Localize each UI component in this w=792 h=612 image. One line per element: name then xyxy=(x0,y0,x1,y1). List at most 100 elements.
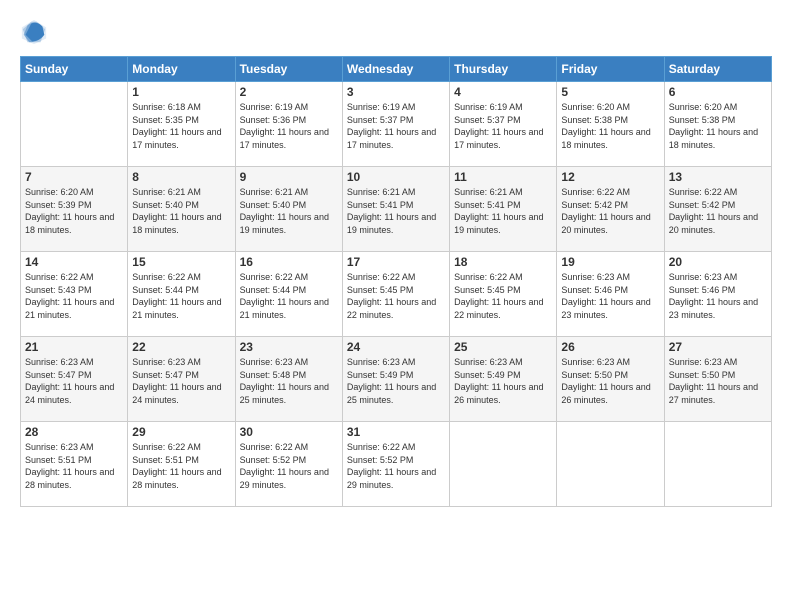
week-row-1: 7 Sunrise: 6:20 AMSunset: 5:39 PMDayligh… xyxy=(21,167,772,252)
weekday-header-row: SundayMondayTuesdayWednesdayThursdayFrid… xyxy=(21,57,772,82)
day-number: 10 xyxy=(347,170,445,184)
day-number: 1 xyxy=(132,85,230,99)
day-number: 2 xyxy=(240,85,338,99)
page: SundayMondayTuesdayWednesdayThursdayFrid… xyxy=(0,0,792,612)
day-number: 30 xyxy=(240,425,338,439)
logo-icon xyxy=(20,18,48,46)
calendar-cell: 14 Sunrise: 6:22 AMSunset: 5:43 PMDaylig… xyxy=(21,252,128,337)
cell-info: Sunrise: 6:23 AMSunset: 5:51 PMDaylight:… xyxy=(25,442,114,490)
cell-info: Sunrise: 6:20 AMSunset: 5:38 PMDaylight:… xyxy=(669,102,758,150)
cell-info: Sunrise: 6:21 AMSunset: 5:41 PMDaylight:… xyxy=(347,187,436,235)
day-number: 6 xyxy=(669,85,767,99)
cell-info: Sunrise: 6:23 AMSunset: 5:49 PMDaylight:… xyxy=(347,357,436,405)
calendar-cell: 3 Sunrise: 6:19 AMSunset: 5:37 PMDayligh… xyxy=(342,82,449,167)
day-number: 7 xyxy=(25,170,123,184)
calendar-cell: 15 Sunrise: 6:22 AMSunset: 5:44 PMDaylig… xyxy=(128,252,235,337)
calendar-cell xyxy=(664,422,771,507)
logo xyxy=(20,18,52,46)
cell-info: Sunrise: 6:21 AMSunset: 5:40 PMDaylight:… xyxy=(132,187,221,235)
weekday-header-wednesday: Wednesday xyxy=(342,57,449,82)
week-row-2: 14 Sunrise: 6:22 AMSunset: 5:43 PMDaylig… xyxy=(21,252,772,337)
cell-info: Sunrise: 6:21 AMSunset: 5:40 PMDaylight:… xyxy=(240,187,329,235)
day-number: 11 xyxy=(454,170,552,184)
calendar-cell: 4 Sunrise: 6:19 AMSunset: 5:37 PMDayligh… xyxy=(450,82,557,167)
cell-info: Sunrise: 6:22 AMSunset: 5:45 PMDaylight:… xyxy=(454,272,543,320)
day-number: 16 xyxy=(240,255,338,269)
calendar-cell: 6 Sunrise: 6:20 AMSunset: 5:38 PMDayligh… xyxy=(664,82,771,167)
calendar-cell xyxy=(21,82,128,167)
header xyxy=(20,18,772,46)
day-number: 26 xyxy=(561,340,659,354)
cell-info: Sunrise: 6:22 AMSunset: 5:45 PMDaylight:… xyxy=(347,272,436,320)
cell-info: Sunrise: 6:22 AMSunset: 5:42 PMDaylight:… xyxy=(561,187,650,235)
cell-info: Sunrise: 6:18 AMSunset: 5:35 PMDaylight:… xyxy=(132,102,221,150)
calendar-cell: 30 Sunrise: 6:22 AMSunset: 5:52 PMDaylig… xyxy=(235,422,342,507)
cell-info: Sunrise: 6:23 AMSunset: 5:50 PMDaylight:… xyxy=(561,357,650,405)
cell-info: Sunrise: 6:22 AMSunset: 5:42 PMDaylight:… xyxy=(669,187,758,235)
calendar-cell: 18 Sunrise: 6:22 AMSunset: 5:45 PMDaylig… xyxy=(450,252,557,337)
calendar-cell: 9 Sunrise: 6:21 AMSunset: 5:40 PMDayligh… xyxy=(235,167,342,252)
week-row-0: 1 Sunrise: 6:18 AMSunset: 5:35 PMDayligh… xyxy=(21,82,772,167)
day-number: 31 xyxy=(347,425,445,439)
calendar-cell: 23 Sunrise: 6:23 AMSunset: 5:48 PMDaylig… xyxy=(235,337,342,422)
cell-info: Sunrise: 6:22 AMSunset: 5:44 PMDaylight:… xyxy=(240,272,329,320)
calendar-cell: 8 Sunrise: 6:21 AMSunset: 5:40 PMDayligh… xyxy=(128,167,235,252)
day-number: 19 xyxy=(561,255,659,269)
calendar-cell: 29 Sunrise: 6:22 AMSunset: 5:51 PMDaylig… xyxy=(128,422,235,507)
day-number: 18 xyxy=(454,255,552,269)
cell-info: Sunrise: 6:19 AMSunset: 5:36 PMDaylight:… xyxy=(240,102,329,150)
day-number: 27 xyxy=(669,340,767,354)
day-number: 21 xyxy=(25,340,123,354)
day-number: 3 xyxy=(347,85,445,99)
calendar-cell: 10 Sunrise: 6:21 AMSunset: 5:41 PMDaylig… xyxy=(342,167,449,252)
cell-info: Sunrise: 6:19 AMSunset: 5:37 PMDaylight:… xyxy=(454,102,543,150)
day-number: 8 xyxy=(132,170,230,184)
cell-info: Sunrise: 6:23 AMSunset: 5:46 PMDaylight:… xyxy=(669,272,758,320)
day-number: 20 xyxy=(669,255,767,269)
cell-info: Sunrise: 6:23 AMSunset: 5:48 PMDaylight:… xyxy=(240,357,329,405)
cell-info: Sunrise: 6:23 AMSunset: 5:46 PMDaylight:… xyxy=(561,272,650,320)
cell-info: Sunrise: 6:23 AMSunset: 5:47 PMDaylight:… xyxy=(132,357,221,405)
cell-info: Sunrise: 6:22 AMSunset: 5:52 PMDaylight:… xyxy=(347,442,436,490)
calendar-cell: 13 Sunrise: 6:22 AMSunset: 5:42 PMDaylig… xyxy=(664,167,771,252)
cell-info: Sunrise: 6:23 AMSunset: 5:50 PMDaylight:… xyxy=(669,357,758,405)
day-number: 14 xyxy=(25,255,123,269)
cell-info: Sunrise: 6:20 AMSunset: 5:38 PMDaylight:… xyxy=(561,102,650,150)
cell-info: Sunrise: 6:23 AMSunset: 5:47 PMDaylight:… xyxy=(25,357,114,405)
calendar-cell: 21 Sunrise: 6:23 AMSunset: 5:47 PMDaylig… xyxy=(21,337,128,422)
weekday-header-monday: Monday xyxy=(128,57,235,82)
calendar-cell: 17 Sunrise: 6:22 AMSunset: 5:45 PMDaylig… xyxy=(342,252,449,337)
calendar-cell: 24 Sunrise: 6:23 AMSunset: 5:49 PMDaylig… xyxy=(342,337,449,422)
cell-info: Sunrise: 6:20 AMSunset: 5:39 PMDaylight:… xyxy=(25,187,114,235)
weekday-header-saturday: Saturday xyxy=(664,57,771,82)
weekday-header-friday: Friday xyxy=(557,57,664,82)
day-number: 28 xyxy=(25,425,123,439)
cell-info: Sunrise: 6:22 AMSunset: 5:43 PMDaylight:… xyxy=(25,272,114,320)
calendar-cell xyxy=(450,422,557,507)
day-number: 13 xyxy=(669,170,767,184)
calendar-cell: 26 Sunrise: 6:23 AMSunset: 5:50 PMDaylig… xyxy=(557,337,664,422)
calendar-cell: 22 Sunrise: 6:23 AMSunset: 5:47 PMDaylig… xyxy=(128,337,235,422)
calendar-cell: 31 Sunrise: 6:22 AMSunset: 5:52 PMDaylig… xyxy=(342,422,449,507)
week-row-4: 28 Sunrise: 6:23 AMSunset: 5:51 PMDaylig… xyxy=(21,422,772,507)
day-number: 17 xyxy=(347,255,445,269)
cell-info: Sunrise: 6:23 AMSunset: 5:49 PMDaylight:… xyxy=(454,357,543,405)
day-number: 12 xyxy=(561,170,659,184)
calendar-cell: 27 Sunrise: 6:23 AMSunset: 5:50 PMDaylig… xyxy=(664,337,771,422)
week-row-3: 21 Sunrise: 6:23 AMSunset: 5:47 PMDaylig… xyxy=(21,337,772,422)
cell-info: Sunrise: 6:19 AMSunset: 5:37 PMDaylight:… xyxy=(347,102,436,150)
day-number: 29 xyxy=(132,425,230,439)
cell-info: Sunrise: 6:22 AMSunset: 5:52 PMDaylight:… xyxy=(240,442,329,490)
calendar-cell: 7 Sunrise: 6:20 AMSunset: 5:39 PMDayligh… xyxy=(21,167,128,252)
calendar-cell: 19 Sunrise: 6:23 AMSunset: 5:46 PMDaylig… xyxy=(557,252,664,337)
calendar-cell: 1 Sunrise: 6:18 AMSunset: 5:35 PMDayligh… xyxy=(128,82,235,167)
day-number: 25 xyxy=(454,340,552,354)
calendar-cell: 5 Sunrise: 6:20 AMSunset: 5:38 PMDayligh… xyxy=(557,82,664,167)
day-number: 4 xyxy=(454,85,552,99)
calendar-cell: 11 Sunrise: 6:21 AMSunset: 5:41 PMDaylig… xyxy=(450,167,557,252)
calendar-cell: 25 Sunrise: 6:23 AMSunset: 5:49 PMDaylig… xyxy=(450,337,557,422)
calendar-cell: 12 Sunrise: 6:22 AMSunset: 5:42 PMDaylig… xyxy=(557,167,664,252)
day-number: 23 xyxy=(240,340,338,354)
weekday-header-sunday: Sunday xyxy=(21,57,128,82)
day-number: 15 xyxy=(132,255,230,269)
